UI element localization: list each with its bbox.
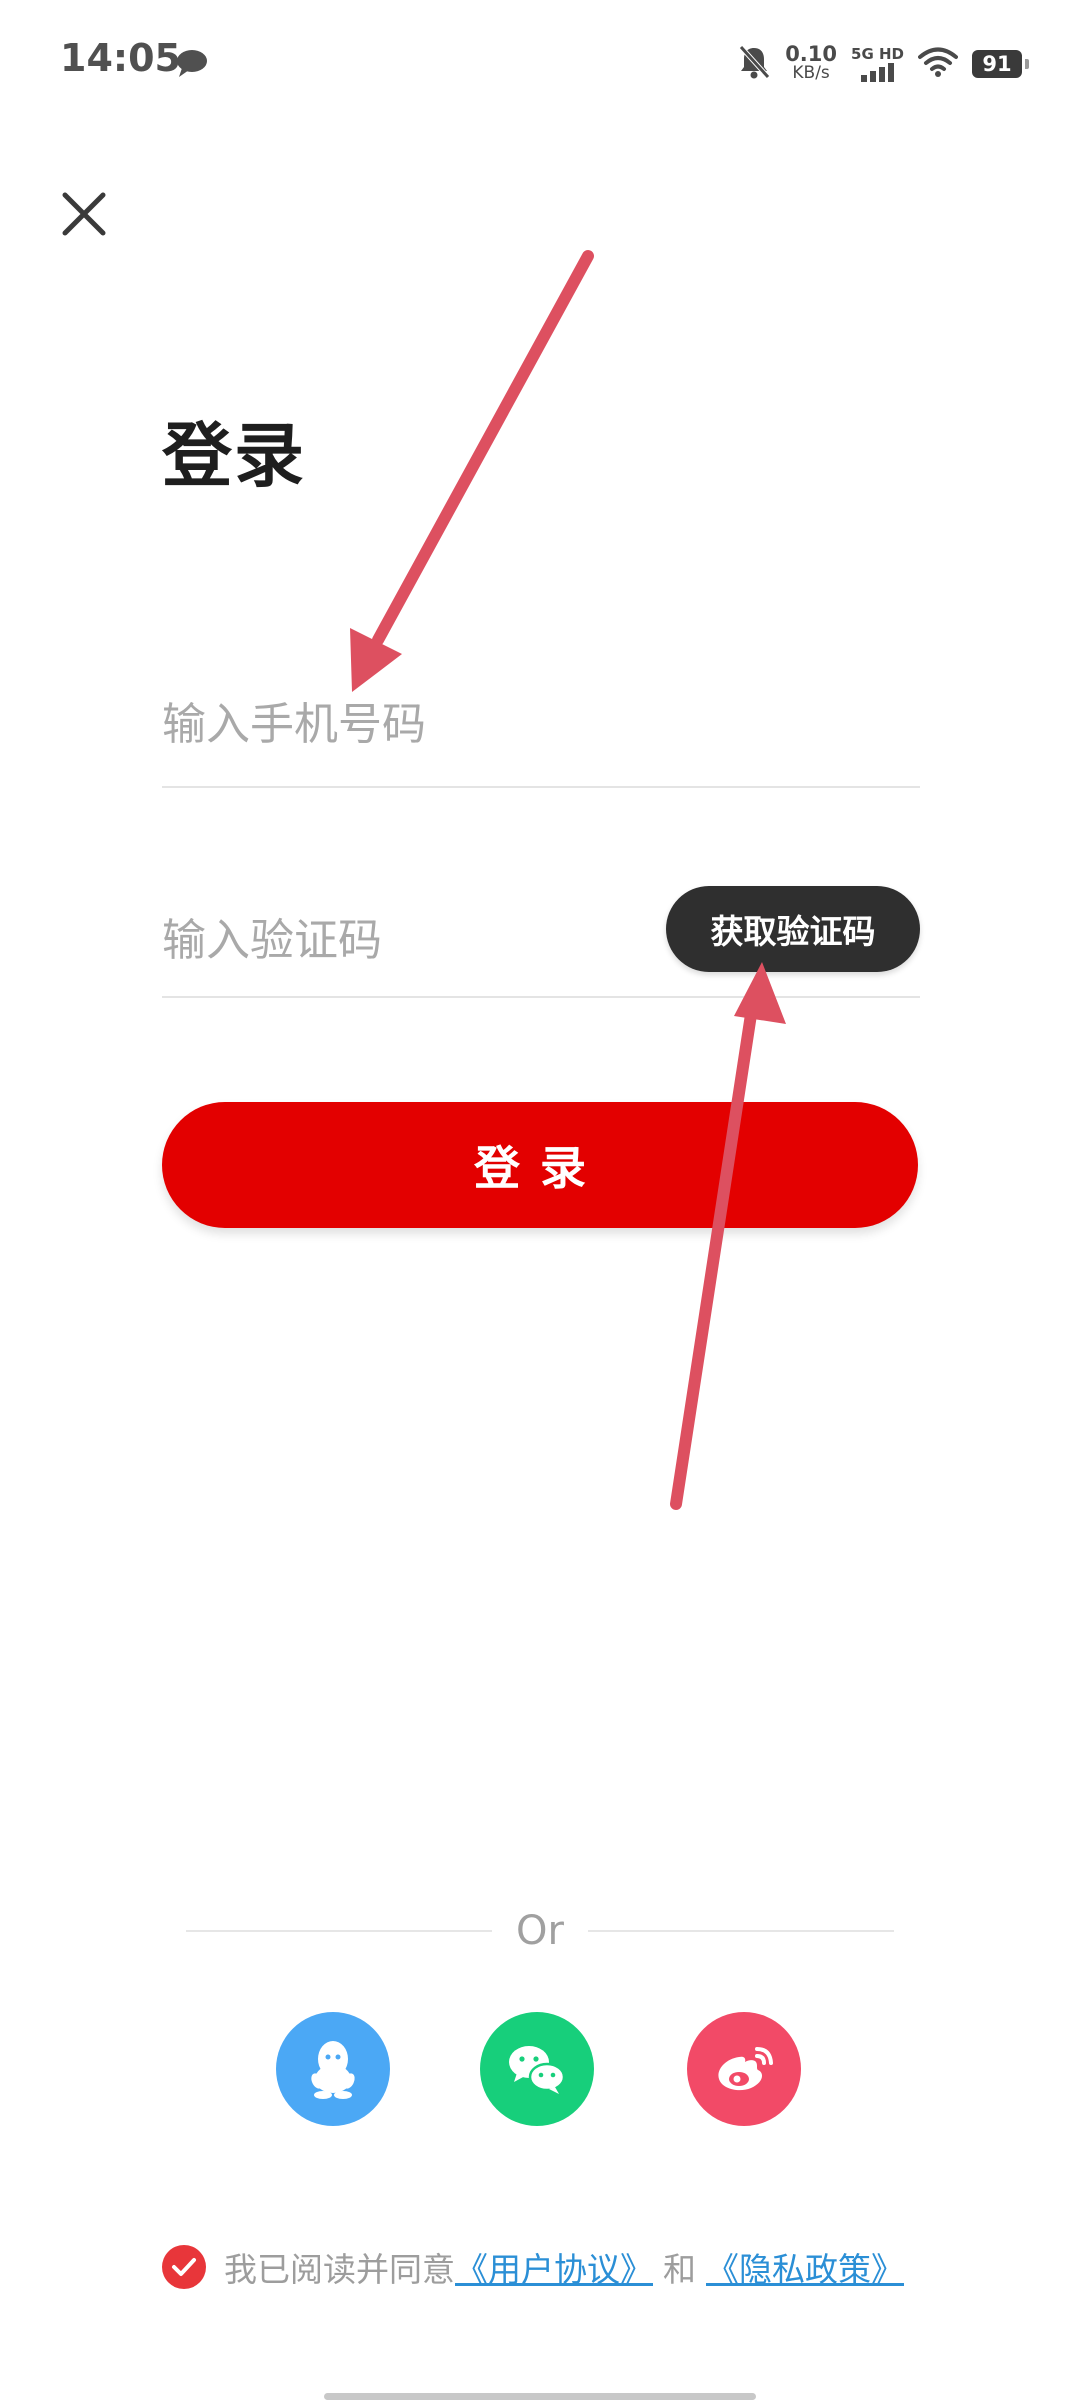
wechat-icon [509,2046,566,2094]
phone-input[interactable] [162,690,862,758]
login-screen: 14:05 0.10 KB/s 5G HD 91 登录 输入手机号码 输入验证码… [0,0,1080,2408]
network-speed-unit: KB/s [792,63,830,83]
status-bar: 14:05 0.10 KB/s 5G HD 91 [0,0,1080,130]
battery-indicator: 91 [972,50,1029,78]
get-code-button[interactable]: 获取验证码 [666,886,920,972]
privacy-policy-link[interactable]: 《隐私政策》 [706,2243,904,2291]
wechat-login-button[interactable] [480,2012,594,2126]
message-notification-icon [174,48,210,84]
arrow-to-get-code-button [670,962,786,1510]
agreement-prefix: 我已阅读并同意 [224,2250,455,2289]
network-speed: 0.10 KB/s [785,42,838,83]
network-type-label: 5G HD [851,45,904,63]
divider-line-right [588,1930,894,1932]
home-indicator[interactable] [324,2393,756,2400]
agreement-checkbox[interactable] [162,2245,206,2289]
close-icon [62,192,106,236]
qq-login-button[interactable] [276,2012,390,2126]
verification-code-input[interactable] [162,906,642,974]
login-button[interactable]: 登录 [162,1102,918,1228]
status-time: 14:05 [60,36,181,80]
phone-field [162,672,920,788]
qq-icon [311,2041,355,2099]
signal-bars-icon [860,63,894,82]
checkmark-icon [172,2258,196,2276]
weibo-icon [718,2047,773,2091]
page-title: 登录 [162,415,306,497]
close-button[interactable] [52,182,116,246]
agreement-conjunction: 和 [663,2250,696,2289]
bell-muted-icon [737,44,771,84]
user-agreement-link[interactable]: 《用户协议》 [455,2243,653,2291]
or-divider: Or [186,1900,894,1960]
status-icons: 0.10 KB/s 5G HD 91 [737,40,1029,88]
network-speed-value: 0.10 [785,42,838,66]
weibo-login-button[interactable] [687,2012,801,2126]
wifi-icon [918,46,958,82]
verification-code-field: 获取验证码 [162,880,920,998]
arrow-to-phone-input [350,250,594,692]
cellular-signal: 5G HD [851,46,904,82]
agreement-row: 我已阅读并同意 《用户协议》 和 《隐私政策》 [162,2242,904,2292]
